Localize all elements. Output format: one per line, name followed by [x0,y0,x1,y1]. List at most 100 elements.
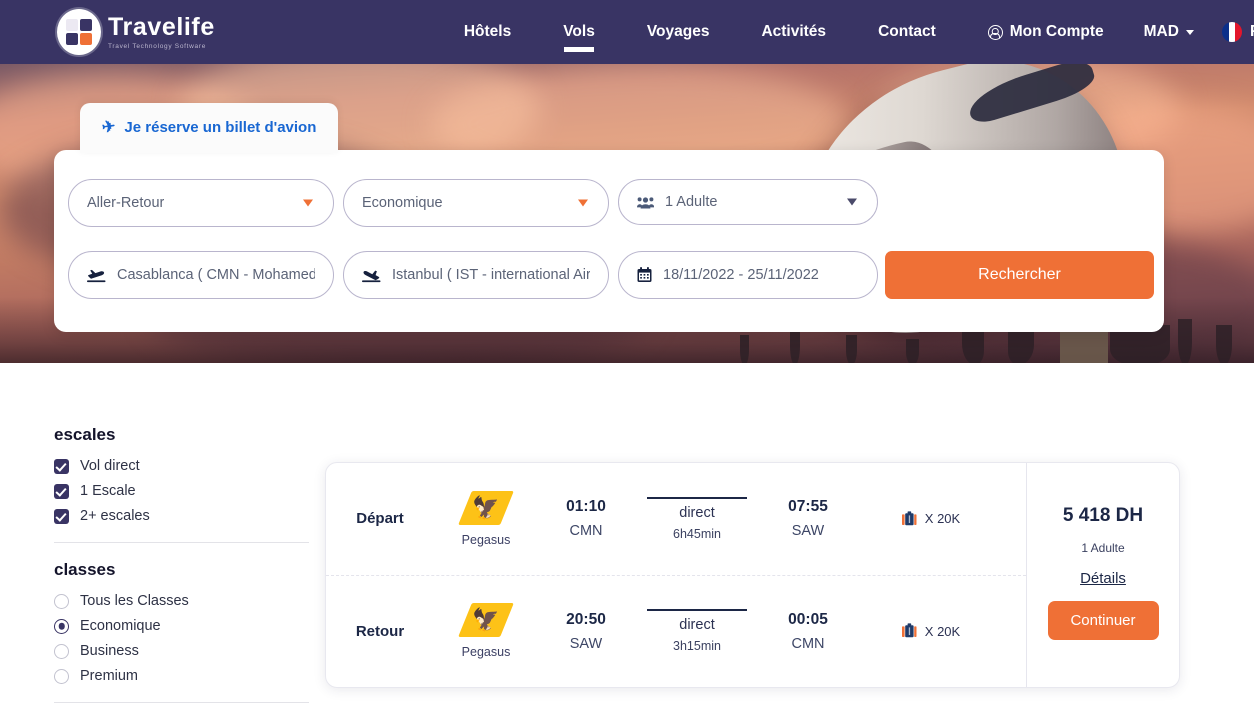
filter-class-premium[interactable]: Premium [54,668,309,684]
plane-arrival-icon [362,268,381,283]
departure-time-block: 20:50 SAW [538,611,634,652]
filter-divider [54,702,309,703]
radio-checked-icon[interactable] [54,618,69,634]
flight-duration: 6h45min [673,526,721,541]
origin-input[interactable]: Casablanca ( CMN - Mohamed V Airport ) [68,251,334,299]
suitcase-icon [901,511,918,527]
search-button[interactable]: Rechercher [885,251,1154,299]
brand-logo[interactable]: Travelife Travel Technology Software [57,9,215,55]
filters-sidebar: escales Vol direct 1 Escale 2+ escales c… [54,425,309,720]
radio-unchecked-icon[interactable] [54,643,69,659]
radio-unchecked-icon[interactable] [54,593,69,609]
leg-direction-label: Départ [356,510,404,528]
filter-option-label: Vol direct [80,458,140,474]
total-price: 5 418 DH [1062,504,1144,526]
nav-item-hotels[interactable]: Hôtels [438,0,537,64]
main-nav-links: Hôtels Vols Voyages Activités Contact Mo… [438,0,1130,64]
nav-item-activites[interactable]: Activités [735,0,852,64]
departure-time: 20:50 [566,610,606,628]
nav-label: Voyages [646,23,710,40]
departure-time-block: 01:10 CMN [538,498,634,539]
baggage-block: X 20K [856,511,1006,527]
stop-type: direct [679,617,715,634]
passengers-select[interactable]: 1 Adulte [618,179,878,225]
nav-label: Hôtels [463,23,512,40]
travelife-logo-icon [57,9,101,55]
search-row-options: Aller-Retour Economique 1 Adulte [68,179,878,227]
filter-class-label: Tous les Classes [80,593,189,609]
nav-item-mon-compte[interactable]: Mon Compte [962,0,1130,64]
price-passenger-count: 1 Adulte [1081,540,1125,555]
checkbox-checked-icon[interactable] [54,458,69,474]
airline-name: Pegasus [461,532,511,547]
baggage-block: X 20K [856,623,1006,639]
filter-title-escales: escales [54,425,116,444]
language-selector[interactable]: FR [1208,22,1254,42]
nav-item-vols[interactable]: Vols [537,0,621,64]
destination-input[interactable]: Istanbul ( IST - international Airport ) [343,251,609,299]
search-row-route: Casablanca ( CMN - Mohamed V Airport ) I… [68,251,1154,299]
baggage-allowance: X 20K [924,511,961,527]
filter-option-vol-direct[interactable]: Vol direct [54,458,309,474]
cabin-class-value: Economique [362,195,443,211]
nav-label: Activités [761,23,827,40]
flight-result-card: Départ 🦅 Pegasus 01:10 CMN direct 6h45mi… [325,462,1180,688]
checkbox-checked-icon[interactable] [54,508,69,524]
details-link[interactable]: Détails [1080,570,1126,587]
arrival-time-block: 00:05 CMN [760,611,856,652]
top-navigation-bar: Travelife Travel Technology Software Hôt… [0,0,1254,64]
filter-class-business[interactable]: Business [54,643,309,659]
airline-block: 🦅 Pegasus [434,490,538,547]
currency-value: MAD [1143,23,1179,40]
filter-option-1-escale[interactable]: 1 Escale [54,483,309,499]
flight-results-list: Départ 🦅 Pegasus 01:10 CMN direct 6h45mi… [325,462,1180,688]
cabin-class-select[interactable]: Economique [343,179,609,227]
nav-right-group: MAD FR [1130,22,1254,42]
arrival-airport-code: CMN [791,635,825,652]
filter-class-tous[interactable]: Tous les Classes [54,593,309,609]
radio-unchecked-icon[interactable] [54,668,69,684]
brand-tagline: Travel Technology Software [108,42,207,50]
departure-airport-code: CMN [569,523,603,540]
plane-departure-icon [87,268,106,283]
arrival-time: 07:55 [788,498,828,516]
nav-item-voyages[interactable]: Voyages [621,0,736,64]
trip-type-value: Aller-Retour [87,195,165,211]
flight-legs: Départ 🦅 Pegasus 01:10 CMN direct 6h45mi… [326,463,1026,687]
destination-value: Istanbul ( IST - international Airport ) [392,267,590,283]
nav-label: Contact [878,23,936,40]
filter-class-economique[interactable]: Economique [54,618,309,634]
chevron-down-icon [1185,29,1194,35]
trip-type-select[interactable]: Aller-Retour [68,179,334,227]
filter-divider [54,542,309,543]
continue-button[interactable]: Continuer [1047,600,1159,640]
flight-duration: 3h15min [673,639,721,654]
tab-reserve-flight[interactable]: ✈ Je réserve un billet d'avion [80,103,339,153]
leg-direction-label: Retour [355,622,405,640]
filter-option-label: 2+ escales [80,508,150,524]
flight-leg-depart: Départ 🦅 Pegasus 01:10 CMN direct 6h45mi… [326,463,1026,575]
chevron-down-icon [847,198,857,206]
nav-label: Vols [563,23,595,40]
nav-item-contact[interactable]: Contact [852,0,962,64]
checkbox-checked-icon[interactable] [54,483,69,499]
chevron-down-icon [578,199,588,207]
user-circle-icon [987,24,1003,40]
departure-time: 01:10 [566,498,606,516]
arrival-time-block: 07:55 SAW [760,498,856,539]
flag-fr-icon [1221,22,1242,42]
tab-label: Je réserve un billet d'avion [124,118,317,136]
arrival-time: 00:05 [788,610,828,628]
account-label: Mon Compte [1009,23,1104,40]
route-line [647,496,747,499]
filter-option-2plus-escales[interactable]: 2+ escales [54,508,309,524]
price-panel: 5 418 DH 1 Adulte Détails Continuer [1026,463,1179,687]
date-range-input[interactable]: 18/11/2022 - 25/11/2022 [618,251,878,299]
duration-block: direct 6h45min [634,496,760,541]
airline-block: 🦅 Pegasus [434,603,538,659]
route-line [647,609,747,612]
currency-selector[interactable]: MAD [1130,23,1208,41]
flight-search-panel: Aller-Retour Economique 1 Adulte Casabla… [54,150,1164,332]
chevron-down-icon [303,199,313,207]
duration-block: direct 3h15min [634,609,760,653]
